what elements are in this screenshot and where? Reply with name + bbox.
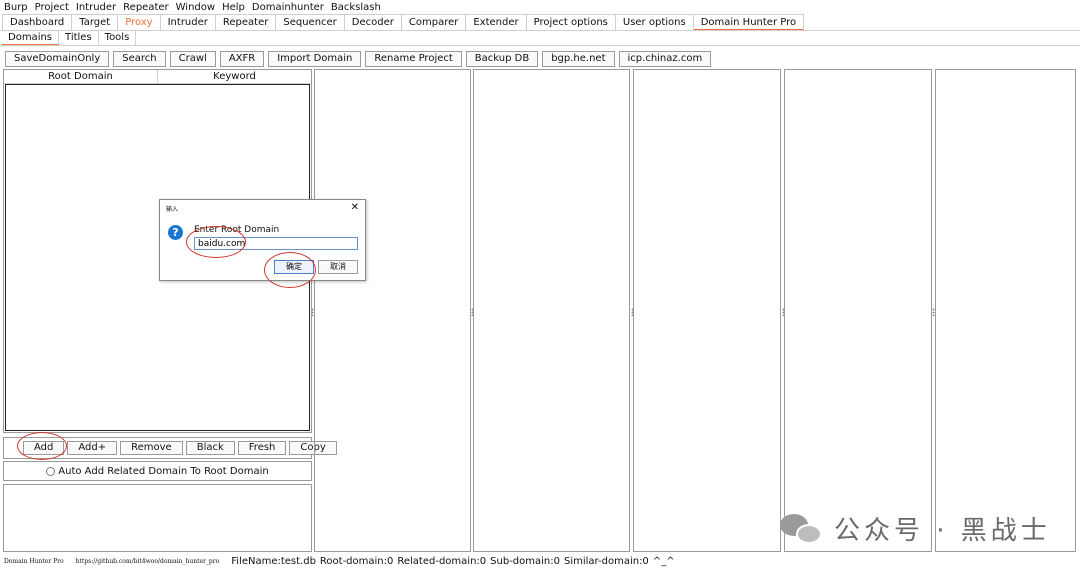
subtab-divider (0, 45, 1080, 46)
import-domain-button[interactable]: Import Domain (268, 51, 362, 67)
add-plus-button[interactable]: Add+ (67, 441, 118, 455)
watermark-text: 公众号 · 黑战士 (834, 516, 1051, 546)
tab-comparer[interactable]: Comparer (401, 14, 467, 31)
watermark: 公众号 · 黑战士 (780, 510, 1051, 547)
main-tabs: Dashboard Target Proxy Intruder Repeater… (2, 14, 805, 31)
menu-backslash[interactable]: Backslash (331, 2, 381, 13)
status-bar: Domain Hunter Pro https://github.com/bit… (4, 554, 679, 568)
tab-domain-hunter-pro[interactable]: Domain Hunter Pro (693, 14, 805, 31)
menu-window[interactable]: Window (176, 2, 215, 13)
status-root-count: Root-domain:0 (319, 555, 394, 567)
split-handle[interactable] (782, 308, 785, 316)
auto-add-label: Auto Add Related Domain To Root Domain (58, 465, 269, 477)
crawl-button[interactable]: Crawl (169, 51, 216, 67)
rename-project-button[interactable]: Rename Project (365, 51, 462, 67)
status-sub-count: Sub-domain:0 (490, 555, 560, 567)
icp-chinaz-button[interactable]: icp.chinaz.com (618, 51, 712, 67)
menu-repeater[interactable]: Repeater (123, 2, 168, 13)
auto-add-radio[interactable] (46, 466, 56, 476)
dialog-title: 输入 (166, 206, 179, 213)
menu-domainhunter[interactable]: Domainhunter (252, 2, 324, 13)
wechat-icon (780, 512, 826, 546)
status-related-count: Related-domain:0 (397, 555, 487, 567)
menu-intruder[interactable]: Intruder (76, 2, 116, 13)
add-button[interactable]: Add (23, 441, 65, 455)
question-icon: ? (168, 225, 183, 240)
close-icon[interactable]: ✕ (351, 202, 359, 213)
status-filename: FileName:test.db (231, 555, 316, 567)
search-button[interactable]: Search (113, 51, 166, 67)
domain-list-panel-4[interactable] (784, 69, 932, 552)
domain-list-panel-3[interactable] (633, 69, 781, 552)
menu-help[interactable]: Help (222, 2, 245, 13)
tab-divider (0, 30, 1080, 31)
split-handle[interactable] (631, 308, 634, 316)
auto-add-option[interactable]: Auto Add Related Domain To Root Domain (3, 461, 312, 481)
split-handle[interactable] (311, 308, 314, 316)
status-face: ^_^ (652, 555, 675, 567)
tab-sequencer[interactable]: Sequencer (276, 14, 345, 31)
dialog-label: Enter Root Domain (194, 225, 280, 235)
tab-target[interactable]: Target (72, 14, 119, 31)
fresh-button[interactable]: Fresh (237, 441, 287, 455)
tab-repeater[interactable]: Repeater (215, 14, 277, 31)
cancel-button[interactable]: 取消 (318, 260, 358, 274)
bgp-he-net-button[interactable]: bgp.he.net (542, 51, 615, 67)
split-handle[interactable] (932, 308, 935, 316)
domain-list-panel-2[interactable] (473, 69, 630, 552)
column-keyword[interactable]: Keyword (158, 70, 311, 83)
save-domain-only-button[interactable]: SaveDomainOnly (5, 51, 110, 67)
axfr-button[interactable]: AXFR (219, 51, 265, 67)
action-button-bar: Add Add+ Remove Black Fresh Copy (3, 437, 337, 459)
root-domain-input[interactable] (194, 237, 358, 250)
domain-list-panel-5[interactable] (935, 69, 1076, 552)
remove-button[interactable]: Remove (120, 441, 183, 455)
black-button[interactable]: Black (185, 441, 235, 455)
tab-intruder[interactable]: Intruder (160, 14, 216, 31)
ok-button[interactable]: 确定 (274, 260, 314, 274)
table-header: Root Domain Keyword (4, 70, 311, 84)
enter-root-domain-dialog: 输入 ✕ ? Enter Root Domain 确定 取消 (159, 199, 366, 281)
tab-decoder[interactable]: Decoder (344, 14, 402, 31)
split-handle[interactable] (471, 308, 474, 316)
tab-titles[interactable]: Titles (59, 31, 99, 46)
tab-tools[interactable]: Tools (99, 31, 137, 46)
sub-tabs: Domains Titles Tools (2, 31, 137, 46)
status-url: https://github.com/bit4woo/domain_hunter… (75, 557, 220, 565)
status-similar-count: Similar-domain:0 (563, 555, 649, 567)
domain-list-panel-1[interactable] (314, 69, 471, 552)
menu-bar: Burp Project Intruder Repeater Window He… (0, 0, 1080, 14)
column-root-domain[interactable]: Root Domain (4, 70, 158, 83)
backup-db-button[interactable]: Backup DB (465, 51, 539, 67)
tab-user-options[interactable]: User options (615, 14, 694, 31)
menu-project[interactable]: Project (35, 2, 69, 13)
menu-burp[interactable]: Burp (4, 2, 28, 13)
tab-domains[interactable]: Domains (2, 31, 60, 46)
lower-text-panel[interactable] (3, 484, 312, 552)
tab-extender[interactable]: Extender (466, 14, 527, 31)
tab-dashboard[interactable]: Dashboard (2, 14, 73, 31)
tab-project-options[interactable]: Project options (526, 14, 616, 31)
status-app-name: Domain Hunter Pro (4, 557, 64, 565)
tab-proxy[interactable]: Proxy (118, 14, 161, 31)
toolbar: SaveDomainOnly Search Crawl AXFR Import … (5, 51, 715, 67)
